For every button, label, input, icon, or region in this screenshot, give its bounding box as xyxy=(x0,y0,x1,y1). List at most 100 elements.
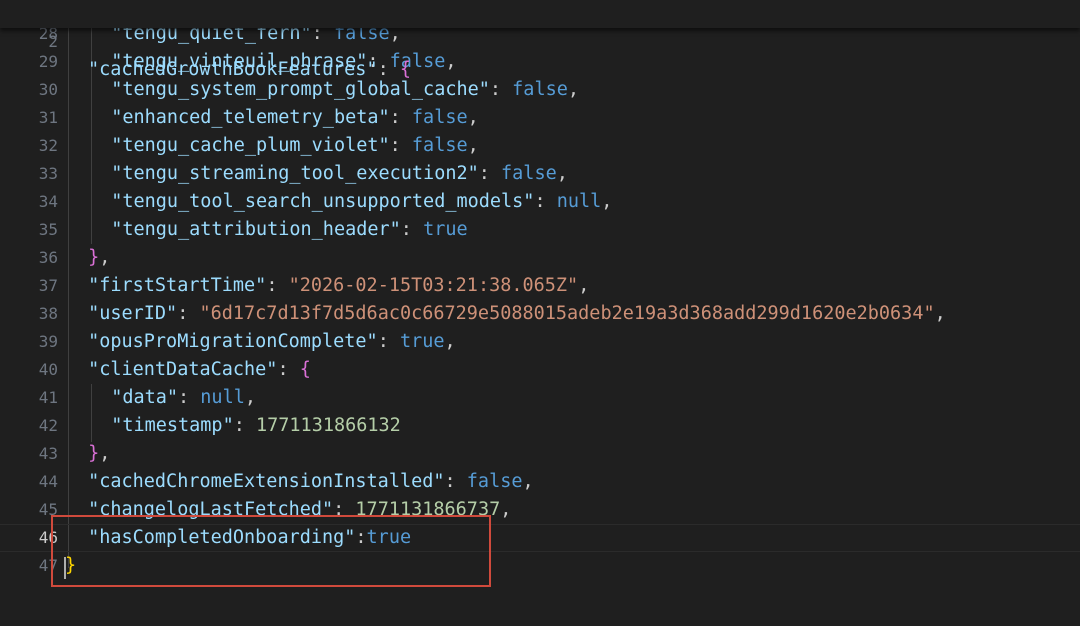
json-value: null xyxy=(200,387,245,408)
colon: : xyxy=(389,135,412,156)
json-key: "enhanced_telemetry_beta" xyxy=(111,107,390,128)
json-key: "tengu_attribution_header" xyxy=(111,219,401,240)
line-number: 45 xyxy=(38,500,58,519)
open-brace: { xyxy=(299,359,311,380)
colon: : xyxy=(177,303,200,324)
code-text: "firstStartTime": "2026-02-15T03:21:38.0… xyxy=(88,272,589,300)
code-line[interactable]: 41 "data": null, xyxy=(0,384,1080,412)
colon: : xyxy=(178,387,201,408)
code-editor[interactable]: 2 "cachedGrowthBookFeatures": { 28 "tengu… xyxy=(0,0,1080,626)
comma: , xyxy=(444,331,456,352)
code-line[interactable]: 31 "enhanced_telemetry_beta": false, xyxy=(0,104,1080,132)
json-key: "tengu_streaming_tool_execution2" xyxy=(111,163,479,184)
line-number: 47 xyxy=(38,556,58,575)
json-key: "data" xyxy=(111,387,179,408)
code-line[interactable]: 43}, xyxy=(0,440,1080,468)
open-brace: { xyxy=(399,59,412,80)
line-number: 42 xyxy=(38,416,58,435)
code-line[interactable]: 38 "userID": "6d17c7d13f7d5d6ac0c66729e50… xyxy=(0,300,1080,328)
json-value: false xyxy=(501,163,557,184)
close-brace: } xyxy=(88,247,100,268)
code-line[interactable]: 33 "tengu_streaming_tool_execution2": fal… xyxy=(0,160,1080,188)
code-line[interactable]: 37 "firstStartTime": "2026-02-15T03:21:38… xyxy=(0,272,1080,300)
colon: : xyxy=(400,219,424,240)
sticky-scroll-header[interactable]: 2 "cachedGrowthBookFeatures": { xyxy=(0,0,1080,80)
code-text: "enhanced_telemetry_beta": false, xyxy=(111,104,479,132)
code-text: "clientDataCache": { xyxy=(88,356,311,384)
code-line[interactable]: 32 "tengu_cache_plum_violet": false, xyxy=(0,132,1080,160)
json-key: "userID" xyxy=(88,303,178,324)
code-line[interactable]: 42 "timestamp": 1771131866132 xyxy=(0,412,1080,440)
json-value: 1771131866132 xyxy=(256,415,401,436)
code-text: "tengu_attribution_header": true xyxy=(111,216,467,244)
code-line[interactable]: 35 "tengu_attribution_header": true xyxy=(0,216,1080,244)
annotation-highlight-box xyxy=(51,515,491,587)
json-key: "tengu_tool_search_unsupported_models" xyxy=(111,191,535,212)
json-value: false xyxy=(466,471,523,492)
json-value: null xyxy=(556,191,602,212)
line-number: 37 xyxy=(38,276,58,295)
code-text: "cachedGrowthBookFeatures": { xyxy=(88,56,411,84)
json-value: false xyxy=(411,107,468,128)
json-value: "6d17c7d13f7d5d6ac0c66729e5088015adeb2e1… xyxy=(199,303,935,324)
code-text: }, xyxy=(88,440,110,468)
line-number: 46 xyxy=(38,528,58,547)
close-brace: } xyxy=(88,443,100,464)
colon: : xyxy=(534,191,557,212)
comma: , xyxy=(522,471,534,492)
comma: , xyxy=(934,303,946,324)
comma: , xyxy=(445,51,457,72)
code-text: "data": null, xyxy=(111,384,256,412)
code-text: "tengu_cache_plum_violet": false, xyxy=(111,132,479,160)
json-value: true xyxy=(399,331,445,352)
colon: : xyxy=(377,59,400,80)
code-line[interactable]: 44 "cachedChromeExtensionInstalled": fals… xyxy=(0,468,1080,496)
colon: : xyxy=(277,359,300,380)
colon: : xyxy=(478,163,502,184)
comma: , xyxy=(467,135,479,156)
colon: : xyxy=(389,107,412,128)
line-number: 44 xyxy=(38,472,58,491)
json-value: false xyxy=(411,135,468,156)
json-key: "tengu_cache_plum_violet" xyxy=(111,135,390,156)
line-number: 2 xyxy=(48,32,58,51)
line-number: 32 xyxy=(38,136,58,155)
comma: , xyxy=(244,387,256,408)
json-key: "clientDataCache" xyxy=(88,359,278,380)
line-number: 35 xyxy=(38,220,58,239)
json-key: "cachedChromeExtensionInstalled" xyxy=(88,471,445,492)
line-number: 39 xyxy=(38,332,58,351)
code-line[interactable]: 36}, xyxy=(0,244,1080,272)
line-number: 36 xyxy=(38,248,58,267)
code-text: "tengu_streaming_tool_execution2": false… xyxy=(111,160,568,188)
json-key: "opusProMigrationComplete" xyxy=(88,331,378,352)
code-line[interactable]: 40 "clientDataCache": { xyxy=(0,356,1080,384)
colon: : xyxy=(266,275,289,296)
line-number: 43 xyxy=(38,444,58,463)
json-value: false xyxy=(512,79,568,100)
code-text: "opusProMigrationComplete": true, xyxy=(88,328,456,356)
comma: , xyxy=(500,499,512,520)
code-text: "userID": "6d17c7d13f7d5d6ac0c66729e5088… xyxy=(88,300,946,328)
colon: : xyxy=(233,415,256,436)
comma: , xyxy=(467,107,479,128)
comma: , xyxy=(567,79,580,100)
code-text: "tengu_tool_search_unsupported_models": … xyxy=(111,188,612,216)
code-text: "timestamp": 1771131866132 xyxy=(111,412,401,440)
json-value: true xyxy=(423,219,468,240)
code-line[interactable]: 39 "opusProMigrationComplete": true, xyxy=(0,328,1080,356)
json-key: "cachedGrowthBookFeatures" xyxy=(88,59,378,80)
comma: , xyxy=(601,191,613,212)
json-key: "firstStartTime" xyxy=(88,275,267,296)
line-number: 41 xyxy=(38,388,58,407)
code-text: "cachedChromeExtensionInstalled": false, xyxy=(88,468,534,496)
colon: : xyxy=(377,331,400,352)
colon: : xyxy=(489,79,513,100)
comma: , xyxy=(99,247,111,268)
comma: , xyxy=(556,163,568,184)
code-line[interactable]: 34 "tengu_tool_search_unsupported_models"… xyxy=(0,188,1080,216)
line-number: 34 xyxy=(38,192,58,211)
line-number: 38 xyxy=(38,304,58,323)
json-key: "timestamp" xyxy=(111,415,234,436)
json-value: "2026-02-15T03:21:38.065Z" xyxy=(288,275,579,296)
